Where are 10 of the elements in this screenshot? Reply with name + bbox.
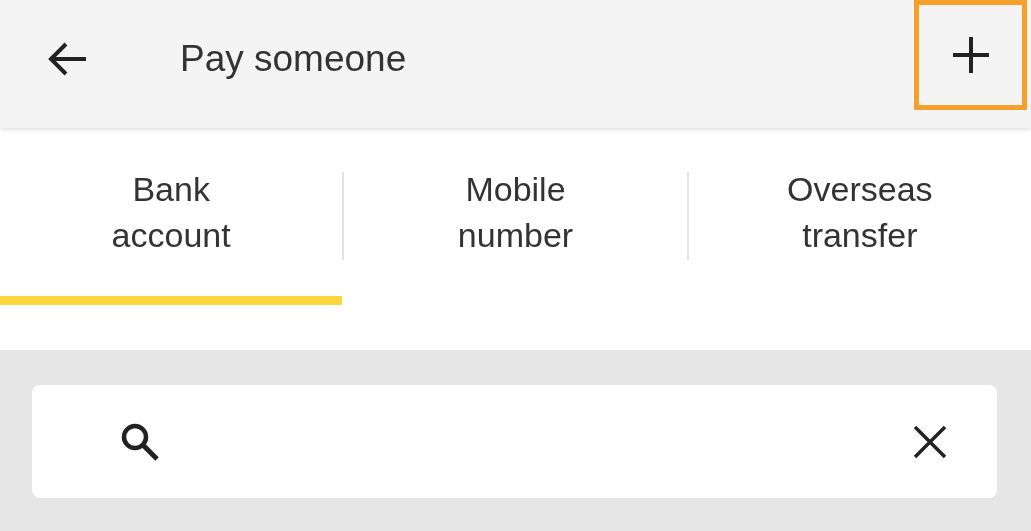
screen-title: Pay someone (180, 38, 408, 80)
search-field[interactable] (32, 385, 997, 498)
tab[interactable]: Overseas transfer (688, 128, 1031, 305)
close-icon[interactable] (913, 424, 947, 459)
tab[interactable]: Bank account (0, 128, 343, 305)
search-icon (120, 421, 160, 462)
plus-icon (950, 35, 991, 75)
add-button[interactable] (914, 0, 1027, 110)
tab[interactable]: Mobile number (344, 128, 687, 305)
back-arrow-icon[interactable] (48, 42, 88, 76)
